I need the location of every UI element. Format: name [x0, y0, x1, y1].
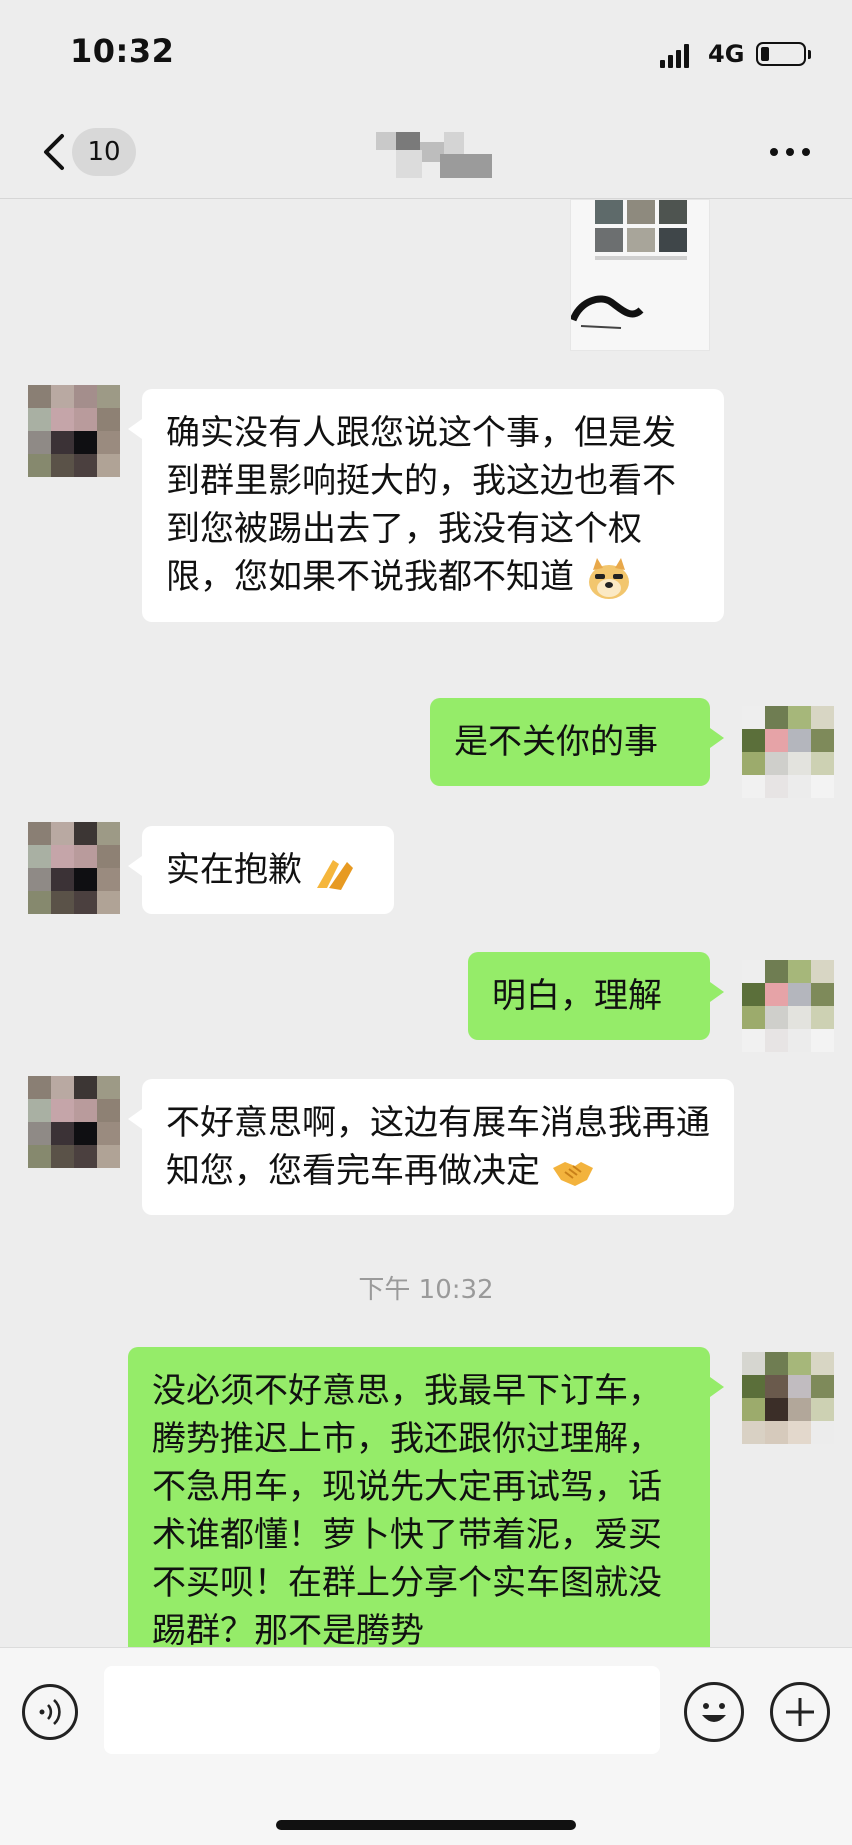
handshake-emoji: [552, 1161, 593, 1186]
message-text: 是不关你的事: [454, 722, 658, 762]
status-time: 10:32: [70, 32, 175, 70]
emoji-icon[interactable]: [684, 1682, 744, 1742]
battery-icon: [756, 42, 806, 66]
message-text: 没必须不好意思，我最早下订车，腾势推迟上市，我还跟你过理解，不急用车，现说先大定…: [152, 1371, 662, 1647]
contact-avatar[interactable]: [28, 822, 120, 914]
network-type: 4G: [708, 40, 745, 68]
message-list[interactable]: 确实没有人跟您说这个事，但是发到群里影响挺大的，我这边也看不到您被踢出去了，我没…: [0, 199, 852, 1647]
signal-icon: [660, 44, 690, 68]
home-indicator[interactable]: [276, 1820, 576, 1830]
my-avatar[interactable]: [742, 1352, 834, 1444]
incoming-message[interactable]: 实在抱歉: [128, 826, 394, 914]
battery-cap: [808, 50, 811, 59]
dog-face-emoji: [588, 557, 629, 599]
outgoing-message[interactable]: 是不关你的事: [430, 698, 724, 786]
incoming-message[interactable]: 确实没有人跟您说这个事，但是发到群里影响挺大的，我这边也看不到您被踢出去了，我没…: [128, 389, 724, 622]
more-icon[interactable]: [766, 142, 816, 162]
voice-icon[interactable]: [22, 1684, 78, 1740]
input-bar: [0, 1647, 852, 1845]
image-message[interactable]: [570, 199, 710, 351]
thumbnail-photos: [595, 200, 687, 278]
scribble-mark: [571, 295, 644, 329]
outgoing-message[interactable]: 没必须不好意思，我最早下订车，腾势推迟上市，我还跟你过理解，不急用车，现说先大定…: [128, 1347, 724, 1647]
unread-count-badge[interactable]: 10: [72, 128, 136, 176]
contact-avatar[interactable]: [28, 1076, 120, 1168]
praying-hands-emoji: [316, 859, 353, 890]
message-text: 不好意思啊，这边有展车消息我再通知您，您看完车再做决定: [166, 1103, 710, 1191]
chat-header: 10: [0, 104, 852, 199]
incoming-message[interactable]: 不好意思啊，这边有展车消息我再通知您，您看完车再做决定: [128, 1079, 734, 1215]
message-timestamp: 下午 10:32: [358, 1275, 494, 1305]
my-avatar[interactable]: [742, 706, 834, 798]
status-bar: 10:32 4G: [0, 0, 852, 104]
message-text: 明白，理解: [492, 976, 662, 1016]
plus-icon[interactable]: [770, 1682, 830, 1742]
message-input[interactable]: [104, 1666, 660, 1754]
chat-title-obscured: [376, 132, 492, 178]
back-chevron-icon[interactable]: [38, 132, 74, 172]
contact-avatar[interactable]: [28, 385, 120, 477]
outgoing-message[interactable]: 明白，理解: [468, 952, 724, 1040]
message-text: 实在抱歉: [166, 850, 302, 890]
my-avatar[interactable]: [742, 960, 834, 1052]
